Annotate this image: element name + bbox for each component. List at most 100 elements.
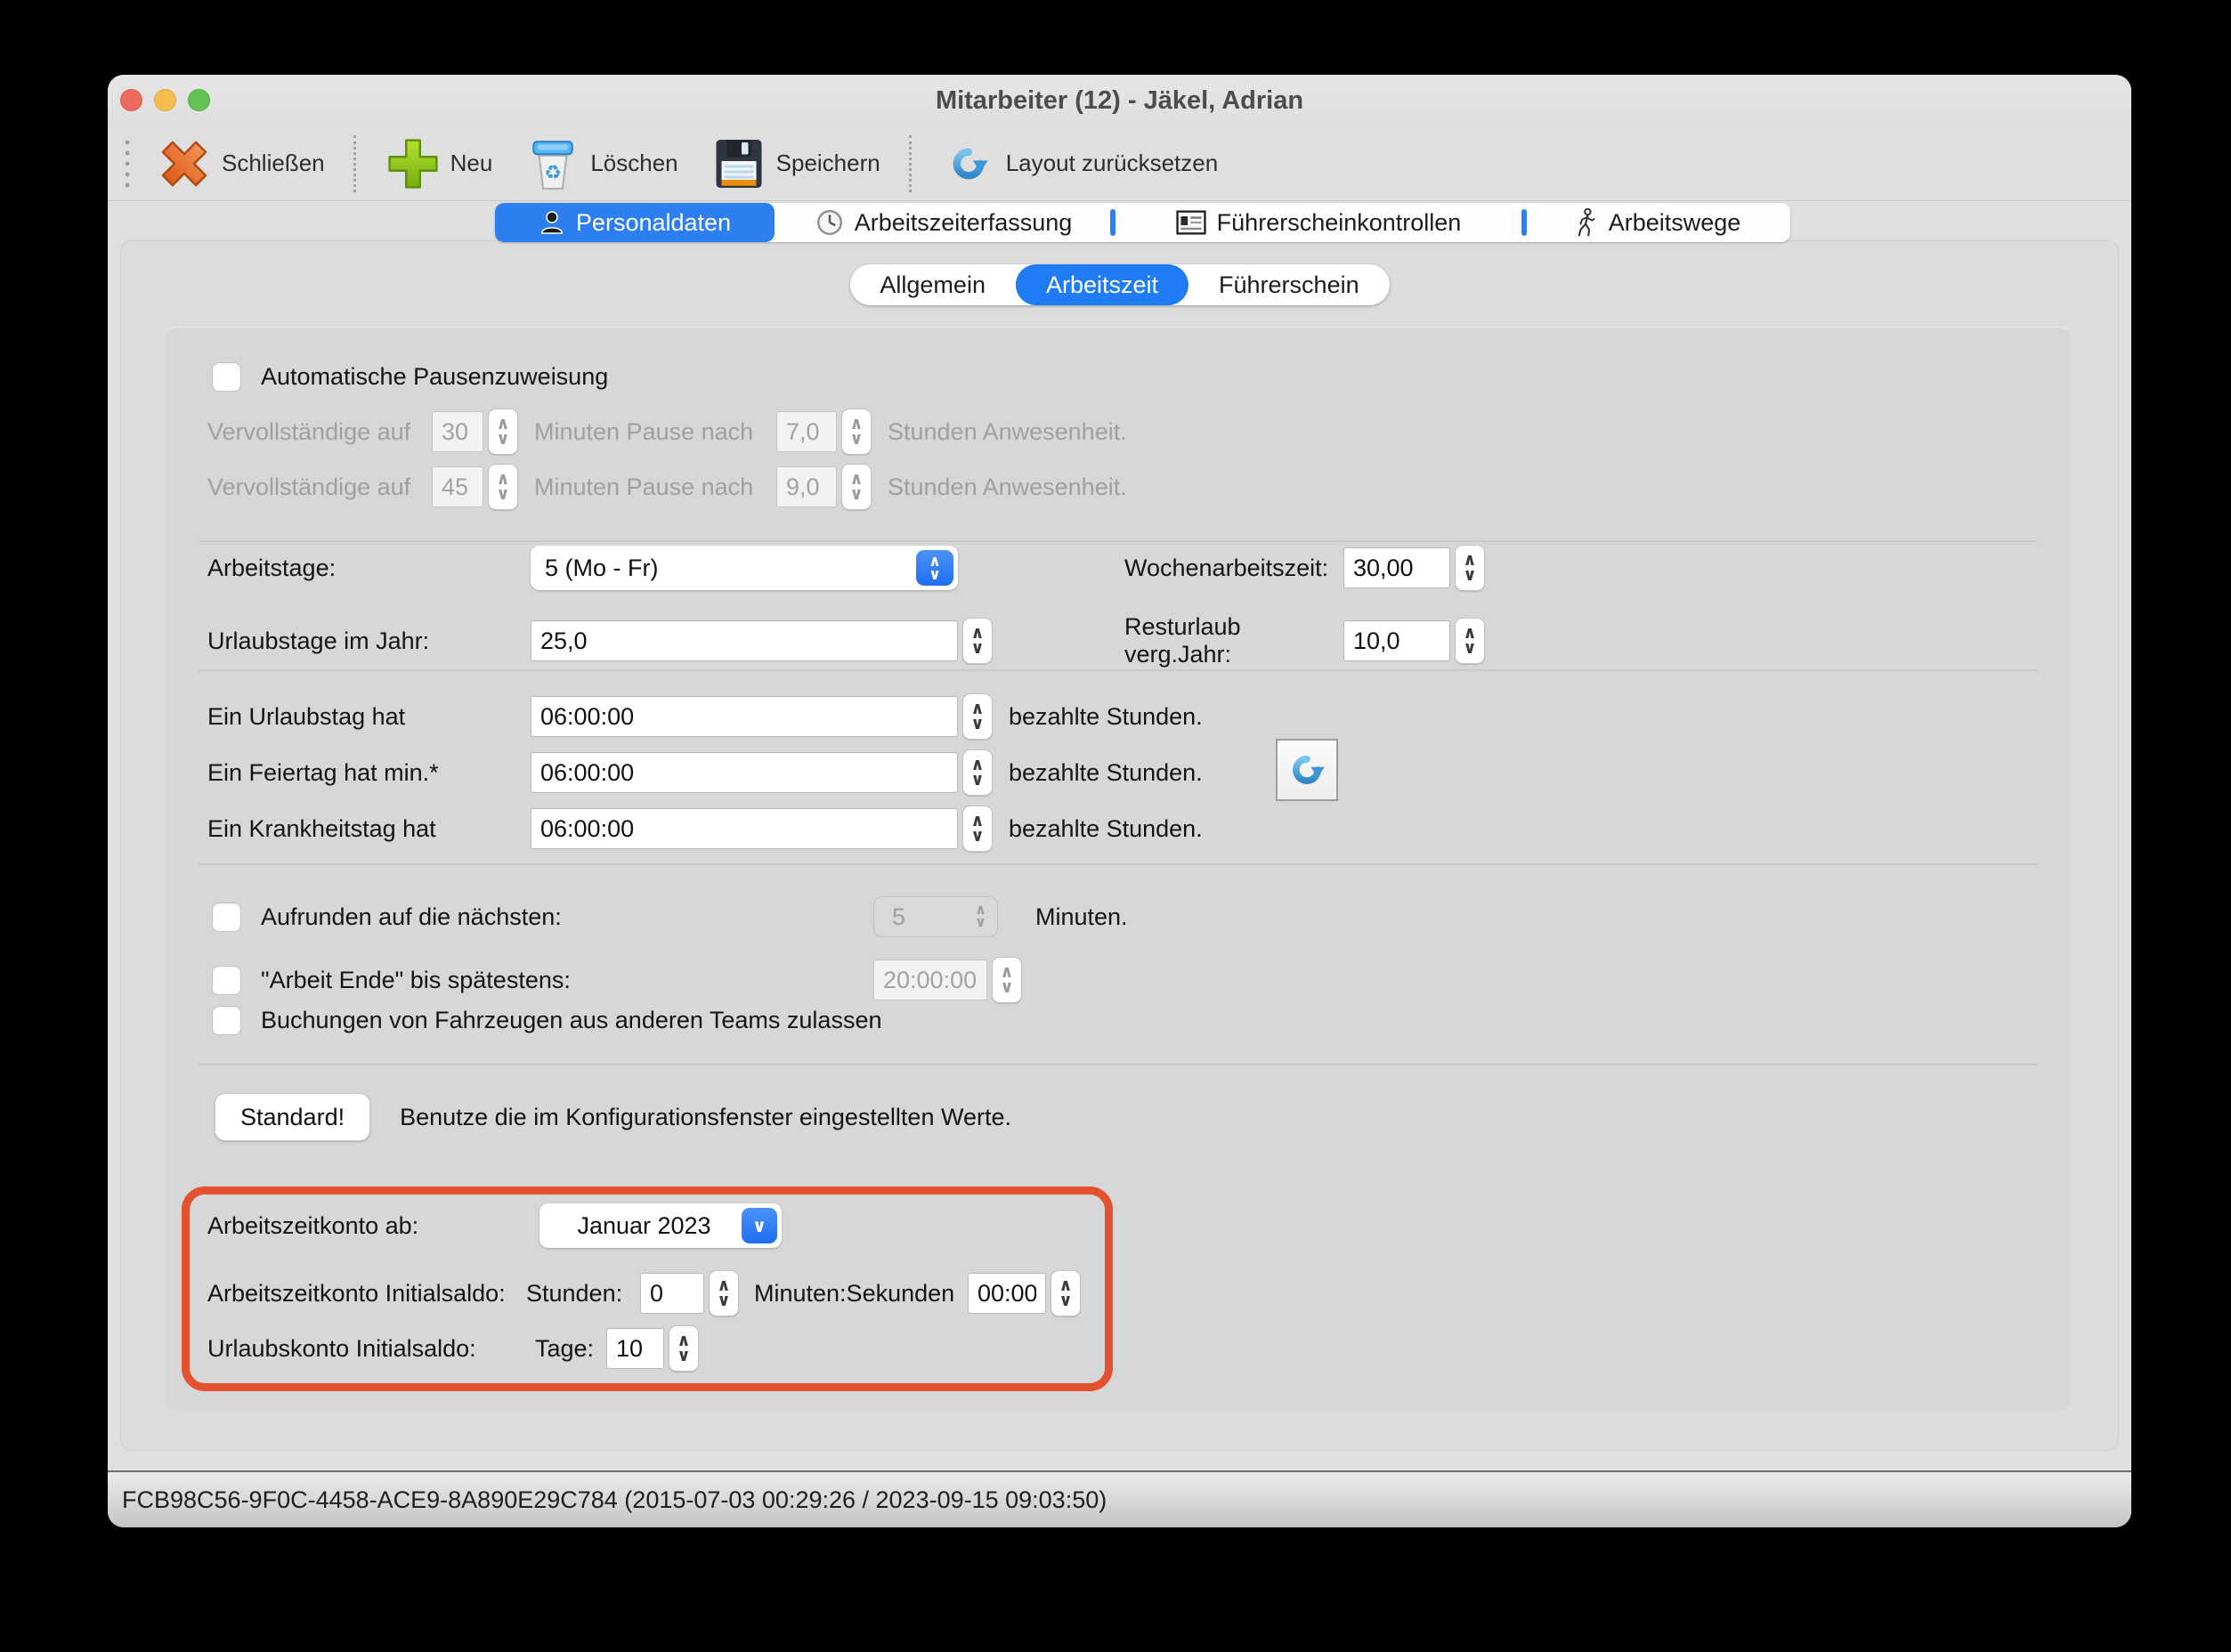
- stepper-control[interactable]: ∧∨: [962, 618, 993, 664]
- arbeitstage-label: Arbeitstage:: [207, 555, 531, 582]
- work-end-checkbox[interactable]: [212, 966, 241, 995]
- clock-icon: [815, 208, 844, 237]
- stepper-control[interactable]: ∧∨: [1455, 545, 1485, 591]
- pause-minutes-input[interactable]: [432, 466, 483, 507]
- save-button[interactable]: Speichern: [694, 135, 896, 192]
- subtab-fuehrerschein[interactable]: Führerschein: [1189, 264, 1390, 305]
- circular-arrow-icon: [940, 135, 997, 192]
- svg-text:♻: ♻: [545, 162, 562, 184]
- round-up-suffix: Minuten.: [1035, 903, 1128, 931]
- tage-input[interactable]: [606, 1328, 664, 1369]
- stunden-input[interactable]: [640, 1273, 704, 1314]
- subtab-arbeitszeit[interactable]: Arbeitszeit: [1016, 264, 1189, 305]
- floppy-disk-icon: [710, 135, 767, 192]
- stepper-control[interactable]: ∧∨: [841, 464, 872, 510]
- wochenarbeitszeit-input[interactable]: [1343, 547, 1450, 588]
- round-up-checkbox[interactable]: [212, 903, 241, 932]
- separator: [199, 863, 2038, 865]
- tab-arbeitswege[interactable]: Arbeitswege: [1524, 203, 1789, 242]
- separator: [199, 540, 2038, 542]
- circular-arrow-icon: [1287, 750, 1326, 790]
- krankheitstag-hours-input[interactable]: [531, 808, 958, 849]
- tab-label: Arbeitswege: [1609, 209, 1741, 237]
- pause-row-suffix: Stunden Anwesenheit.: [888, 474, 1127, 501]
- urlaubskonto-label: Urlaubskonto Initialsaldo:: [207, 1335, 535, 1363]
- paid-hours-suffix: bezahlte Stunden.: [1009, 815, 1203, 843]
- pause-row-suffix: Stunden Anwesenheit.: [888, 418, 1127, 446]
- work-end-label: "Arbeit Ende" bis spätestens:: [261, 967, 873, 994]
- pause-row-middle: Minuten Pause nach: [534, 474, 776, 501]
- pause-minutes-input[interactable]: [432, 411, 483, 452]
- titlebar: Mitarbeiter (12) - Jäkel, Adrian: [108, 75, 2131, 126]
- minuten-sekunden-input[interactable]: [968, 1273, 1046, 1314]
- work-end-time-input[interactable]: [873, 960, 987, 1000]
- feiertag-hat-label: Ein Feiertag hat min.*: [207, 759, 531, 787]
- toolbar: Schließen Neu ♻ Lösch: [108, 126, 2131, 201]
- paid-hours-suffix: bezahlte Stunden.: [1009, 759, 1203, 787]
- person-icon: [539, 209, 565, 236]
- pause-hours-input[interactable]: [776, 411, 837, 452]
- round-up-select[interactable]: 5 ∧∨: [873, 896, 998, 937]
- delete-button-label: Löschen: [590, 150, 677, 177]
- standard-button[interactable]: Standard!: [215, 1093, 370, 1141]
- tab-arbeitszeiterfassung[interactable]: Arbeitszeiterfassung: [775, 203, 1113, 242]
- initialsaldo-label: Arbeitszeitkonto Initialsaldo:: [207, 1280, 526, 1308]
- statusbar: FCB98C56-9F0C-4458-ACE9-8A890E29C784 (20…: [108, 1470, 2131, 1527]
- toolbar-separator: [909, 135, 912, 192]
- stepper-control[interactable]: ∧∨: [962, 806, 993, 852]
- delete-button[interactable]: ♻ Löschen: [508, 135, 694, 192]
- plus-icon: [385, 135, 442, 192]
- urlaubstage-label: Urlaubstage im Jahr:: [207, 628, 531, 655]
- trash-icon: ♻: [524, 135, 581, 192]
- stepper-control[interactable]: ∧∨: [669, 1325, 699, 1372]
- urlaubstag-hours-input[interactable]: [531, 696, 958, 737]
- tab-fuehrerscheinkontrollen[interactable]: Führerscheinkontrollen: [1113, 203, 1524, 242]
- tab-separator: [1521, 209, 1527, 236]
- tab-personaldaten[interactable]: Personaldaten: [495, 203, 775, 242]
- tab-separator: [1110, 209, 1116, 236]
- pause-row-prefix: Vervollständige auf: [207, 418, 432, 446]
- resturlaub-input[interactable]: [1343, 620, 1450, 661]
- stepper-control[interactable]: ∧∨: [488, 409, 518, 455]
- auto-pause-checkbox[interactable]: [212, 362, 241, 392]
- urlaubstag-hat-label: Ein Urlaubstag hat: [207, 703, 531, 731]
- close-button[interactable]: Schließen: [140, 135, 341, 192]
- content-area: Allgemein Arbeitszeit Führerschein Autom…: [120, 240, 2119, 1451]
- resturlaub-label: Resturlaub verg.Jahr:: [1124, 613, 1343, 668]
- separator: [199, 669, 2038, 671]
- stepper-control[interactable]: ∧∨: [488, 464, 518, 510]
- stepper-control[interactable]: ∧∨: [709, 1270, 739, 1316]
- stepper-control[interactable]: ∧∨: [962, 693, 993, 740]
- stepper-control[interactable]: ∧∨: [1455, 618, 1485, 664]
- sub-tabstrip: Allgemein Arbeitszeit Führerschein: [849, 264, 1389, 305]
- separator: [199, 1064, 2038, 1065]
- vehicle-booking-label: Buchungen von Fahrzeugen aus anderen Tea…: [261, 1007, 881, 1034]
- tab-label: Führerscheinkontrollen: [1217, 209, 1462, 237]
- standard-text: Benutze die im Konfigurationsfenster ein…: [400, 1104, 1011, 1131]
- record-uuid-text: FCB98C56-9F0C-4458-ACE9-8A890E29C784 (20…: [122, 1486, 1107, 1514]
- arbeitszeitkonto-ab-combo[interactable]: Januar 2023 ∨: [539, 1203, 782, 1248]
- paid-hours-suffix: bezahlte Stunden.: [1009, 703, 1203, 731]
- pause-hours-input[interactable]: [776, 466, 837, 507]
- app-window: Mitarbeiter (12) - Jäkel, Adrian Schließ…: [108, 75, 2131, 1527]
- urlaubstage-input[interactable]: [531, 620, 958, 661]
- stepper-control[interactable]: ∧∨: [841, 409, 872, 455]
- new-button[interactable]: Neu: [369, 135, 509, 192]
- recalc-hours-button[interactable]: [1276, 739, 1338, 801]
- arbeitstage-dropdown[interactable]: 5 (Mo - Fr) ∧∨: [531, 546, 958, 590]
- stepper-control[interactable]: ∧∨: [992, 957, 1022, 1003]
- popup-chevrons-icon: ∧∨: [975, 904, 997, 929]
- subtab-allgemein[interactable]: Allgemein: [849, 264, 1016, 305]
- stepper-control[interactable]: ∧∨: [962, 749, 993, 796]
- walking-person-icon: [1573, 208, 1598, 237]
- arbeitszeit-panel: Automatische Pausenzuweisung Vervollstän…: [166, 327, 2071, 1411]
- toolbar-drag-handle[interactable]: [124, 137, 131, 190]
- tab-label: Arbeitszeiterfassung: [855, 209, 1073, 237]
- vehicle-booking-checkbox[interactable]: [212, 1006, 241, 1035]
- stepper-control[interactable]: ∧∨: [1051, 1270, 1081, 1316]
- arbeitszeitkonto-ab-value: Januar 2023: [539, 1212, 742, 1240]
- feiertag-hours-input[interactable]: [531, 752, 958, 793]
- window-title: Mitarbeiter (12) - Jäkel, Adrian: [108, 75, 2131, 126]
- reset-layout-button[interactable]: Layout zurücksetzen: [924, 135, 1234, 192]
- auto-pause-label: Automatische Pausenzuweisung: [261, 363, 608, 391]
